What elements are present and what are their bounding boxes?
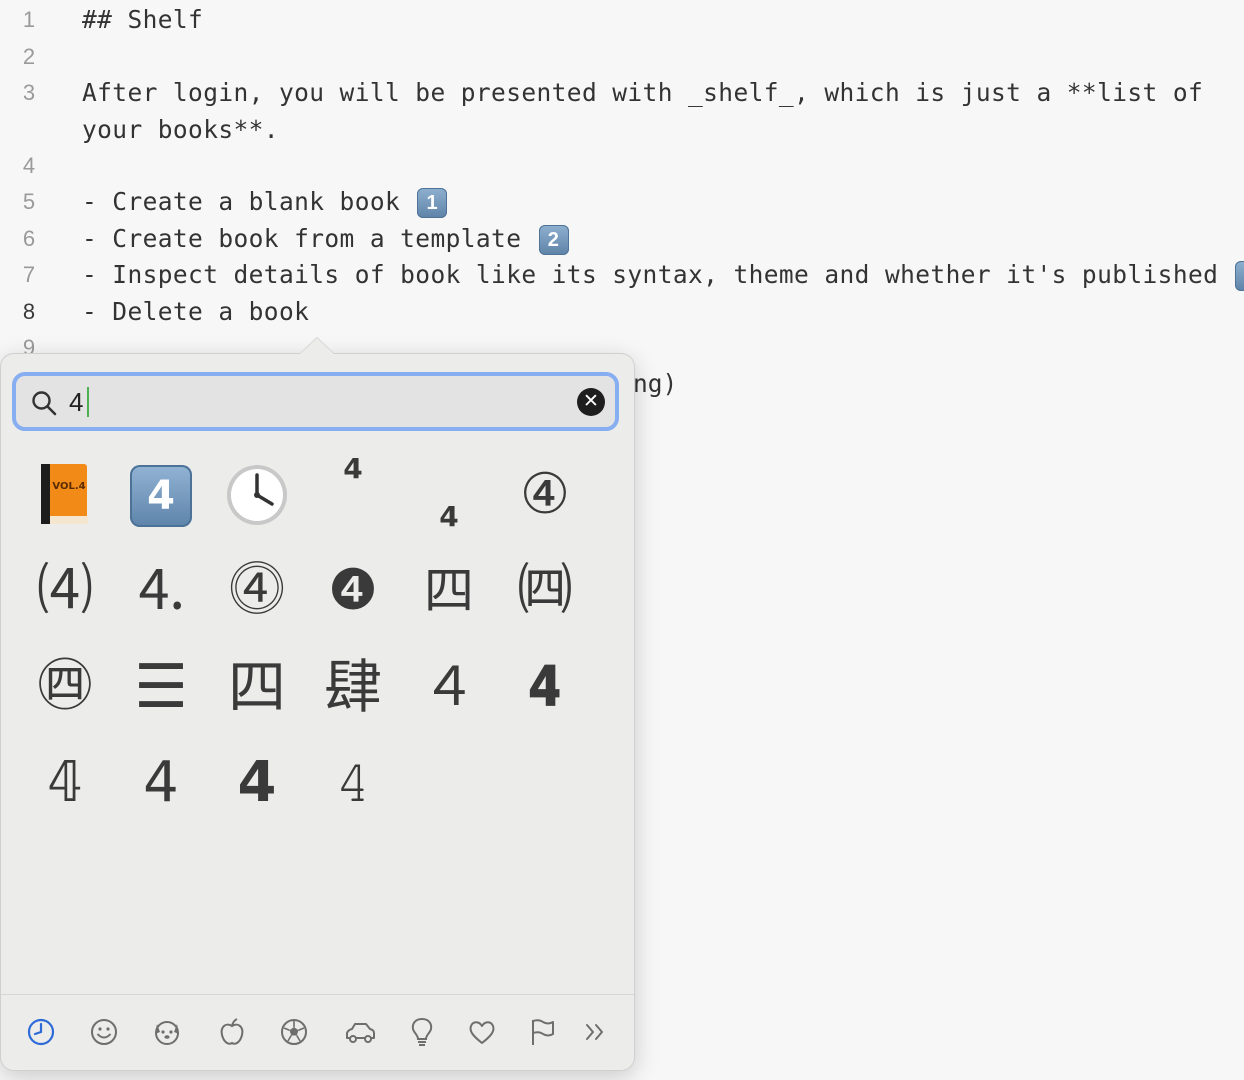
emoji-result-orange-book[interactable]: VOL.4 [17,447,113,543]
emoji-result-clock-four[interactable]: clock [209,447,305,543]
line-text[interactable]: After login, you will be presented with … [82,75,1203,111]
car-icon [346,1023,375,1043]
book-cover-label: VOL.4 [52,481,85,492]
category-tab-more[interactable] [578,1014,614,1050]
flag-icon [532,1019,554,1045]
magnifier-icon [32,391,57,416]
emoji-result-sans-bold-four[interactable]: 𝟰 [209,735,305,831]
editor-line-current[interactable]: 8 - Delete a book [0,294,1244,330]
line-number: 2 [22,44,36,69]
emoji-result-parenthesized-four[interactable]: ⑷ [17,543,113,639]
emoji-result-circled-ideograph-four[interactable]: ㊃ [17,639,113,735]
emoji-result-double-struck-four[interactable]: 𝟜 [17,735,113,831]
emoji-picker-popover: ✕ VOL.4 4 clock 4 4 ④ [0,337,635,1071]
line-number: 1 [22,7,36,32]
editor-line[interactable]: 2 [0,39,1244,75]
emoji-search-field[interactable]: ✕ [12,372,619,431]
clock-four-icon [227,465,287,525]
category-tab-smileys[interactable] [86,1014,122,1050]
line-text[interactable]: - Delete a book [82,294,309,330]
keycap-2-emoji: 2 [538,225,569,255]
emoji-category-bar [1,994,634,1070]
line-text-content: - Inspect details of book like its synta… [82,260,1234,289]
line-number: 3 [22,80,36,105]
emoji-result-cjk-four[interactable]: 四 [401,543,497,639]
keycap-4-emoji: 4 [130,464,192,527]
editor-line[interactable]: 4 [0,148,1244,184]
line-text[interactable]: - Create book from a template 2 [82,221,569,257]
keycap-1-emoji: 1 [417,188,448,218]
editor-line[interactable]: 5 - Create a blank book 1 [0,184,1244,220]
line-number: 4 [22,153,36,178]
editor-line[interactable]: 7 - Inspect details of book like its syn… [0,257,1244,293]
category-tab-activity[interactable] [276,1014,312,1050]
line-text[interactable]: ## Shelf [82,2,203,38]
editor-line[interactable]: 1 ## Shelf [0,2,1244,38]
text-caret [87,387,89,417]
line-number: 5 [22,189,36,214]
emoji-result-double-circled-four[interactable]: ⓸ [209,543,305,639]
editor-line[interactable]: 3 After login, you will be presented wit… [0,75,1244,111]
editor-line-wrapped[interactable]: your books**. [0,112,1244,148]
emoji-result-bold-four[interactable]: 𝟒 [497,639,593,735]
editor-line[interactable]: 6 - Create book from a template 2 [0,221,1244,257]
category-tab-recent[interactable] [23,1014,59,1050]
dog-icon [155,1021,179,1045]
orange-book-icon: VOL.4 [41,464,88,524]
line-number: 8 [22,299,36,324]
smiley-icon [91,1019,117,1045]
line-number: 7 [22,262,36,287]
category-tab-symbols[interactable] [464,1014,500,1050]
line-text-content: - Create book from a template [82,224,537,253]
keycap-3-emoji: 3 [1235,261,1244,291]
category-tab-travel[interactable] [342,1014,378,1050]
lightbulb-icon [411,1017,433,1046]
chevron-double-right-icon [586,1024,603,1040]
emoji-result-parenthesized-ideograph-four[interactable]: ㈣ [497,543,593,639]
heart-icon [469,1021,495,1044]
emoji-result-fullwidth-four[interactable]: ４ [401,639,497,735]
emoji-result-four-full-stop[interactable]: ⒋ [113,543,209,639]
line-text[interactable]: - Create a blank book 1 [82,184,448,220]
emoji-search-input[interactable] [69,384,539,420]
emoji-result-financial-four[interactable]: 肆 [305,639,401,735]
emoji-result-circled-four[interactable]: ④ [497,447,593,543]
category-tab-flags[interactable] [524,1014,560,1050]
emoji-result-square-ideograph-four[interactable]: 四 [209,639,305,735]
emoji-result-sans-four[interactable]: 𝟦 [113,735,209,831]
emoji-result-superscript-four[interactable]: 4 [305,447,401,543]
category-tab-objects[interactable] [404,1014,440,1050]
line-text[interactable]: - Inspect details of book like its synta… [82,257,1244,293]
emoji-result-trigram[interactable]: ☰ [113,639,209,735]
emoji-result-subscript-four[interactable]: 4 [401,447,497,543]
clear-icon[interactable]: ✕ [577,388,605,416]
line-number: 6 [22,226,36,251]
line-text[interactable]: your books**. [82,112,279,148]
category-tab-animals[interactable] [149,1014,185,1050]
soccer-icon [281,1019,307,1045]
emoji-result-keycap-4[interactable]: 4 [113,447,209,543]
clock-icon [27,1018,55,1046]
popover-arrow [299,337,335,354]
apple-icon [220,1018,244,1045]
line-text-content: - Create a blank book [82,187,416,216]
emoji-result-negative-circled-four[interactable]: ❹ [305,543,401,639]
category-tab-food[interactable] [214,1014,250,1050]
partial-line-text[interactable]: ng) [633,366,677,402]
emoji-result-monospace-four[interactable]: 𝟺 [305,735,401,831]
